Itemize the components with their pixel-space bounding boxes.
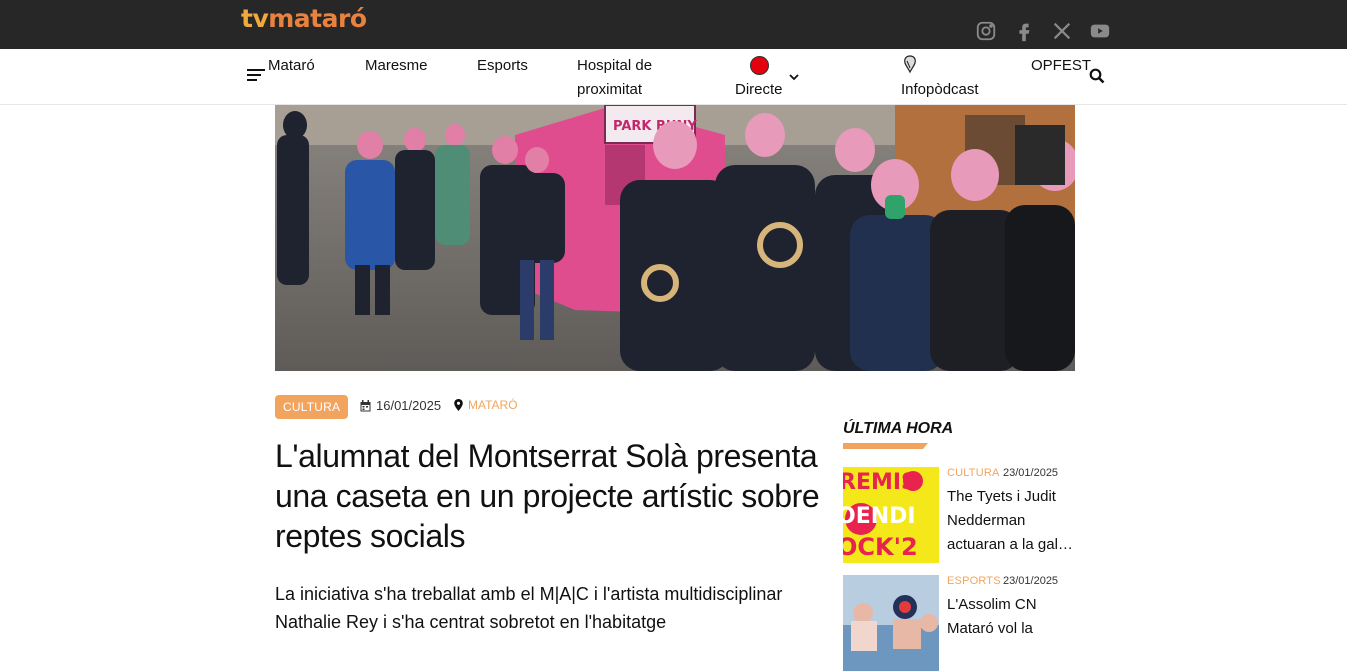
news-date: 23/01/2025 xyxy=(1003,575,1059,587)
article-date: 16/01/2025 xyxy=(360,398,441,413)
nav-item-esports[interactable]: Esports xyxy=(477,54,528,78)
nav-item-mataro[interactable]: Mataró xyxy=(268,54,315,78)
sidebar-news-item[interactable]: ESPORTS 23/01/2025 L'Assolim CN Mataró v… xyxy=(843,575,1075,671)
search-icon[interactable] xyxy=(1089,68,1105,84)
live-indicator-icon xyxy=(750,56,769,75)
main-nav: Mataró Maresme Esports Hospital de proxi… xyxy=(0,49,1347,105)
article-lead: La iniciativa s'ha treballat amb el M|A|… xyxy=(275,584,783,632)
calendar-icon xyxy=(360,399,371,411)
youtube-icon[interactable] xyxy=(1089,20,1111,42)
nav-item-opfest[interactable]: OPFEST xyxy=(1031,54,1091,78)
article-date-text: 16/01/2025 xyxy=(376,398,442,413)
instagram-icon[interactable] xyxy=(975,20,997,42)
menu-icon[interactable] xyxy=(247,69,265,83)
news-category[interactable]: CULTURA xyxy=(947,467,1000,479)
news-thumbnail[interactable]: REMIS OENDI OCK'2 xyxy=(843,467,939,563)
logo-part-tv: tv xyxy=(241,4,269,33)
thumbnail-text: REMIS xyxy=(843,470,917,495)
svg-text:OCK'2: OCK'2 xyxy=(843,533,918,561)
article-headline: L'alumnat del Montserrat Solà presenta u… xyxy=(275,438,820,554)
news-category[interactable]: ESPORTS xyxy=(947,575,1001,587)
hero-image: PARK BUNY xyxy=(275,105,1075,371)
logo-part-mataro: mataró xyxy=(268,4,367,33)
news-title[interactable]: L'Assolim CN Mataró vol la xyxy=(947,593,1075,641)
top-bar: tvmataró xyxy=(0,0,1347,49)
category-badge[interactable]: CULTURA xyxy=(275,395,349,419)
x-icon[interactable] xyxy=(1051,20,1073,42)
sidebar-news-item[interactable]: REMIS OENDI OCK'2 CULTURA 23/01/2025 The… xyxy=(843,467,1075,563)
article-location[interactable]: MATARÓ xyxy=(453,398,518,412)
site-logo[interactable]: tvmataró xyxy=(241,4,367,33)
nav-item-infopodcast[interactable]: Infopòdcast xyxy=(901,78,979,102)
svg-text:OENDI: OENDI xyxy=(843,504,916,529)
facebook-icon[interactable] xyxy=(1013,20,1035,42)
article-location-text: MATARÓ xyxy=(468,398,518,412)
nav-item-maresme[interactable]: Maresme xyxy=(365,54,428,78)
news-thumbnail[interactable] xyxy=(843,575,939,671)
news-date: 23/01/2025 xyxy=(1003,467,1059,479)
chevron-down-icon[interactable] xyxy=(788,71,800,83)
nav-item-directe[interactable]: Directe xyxy=(735,78,783,102)
sidebar-title-underline xyxy=(843,443,928,449)
nav-item-hospital[interactable]: Hospital de proximitat xyxy=(577,54,677,102)
map-pin-icon xyxy=(454,399,463,411)
podcast-icon xyxy=(904,55,916,74)
sidebar-title: ÚLTIMA HORA xyxy=(843,420,954,437)
news-title[interactable]: The Tyets i Judit Nedderman actuaran a l… xyxy=(947,485,1075,557)
